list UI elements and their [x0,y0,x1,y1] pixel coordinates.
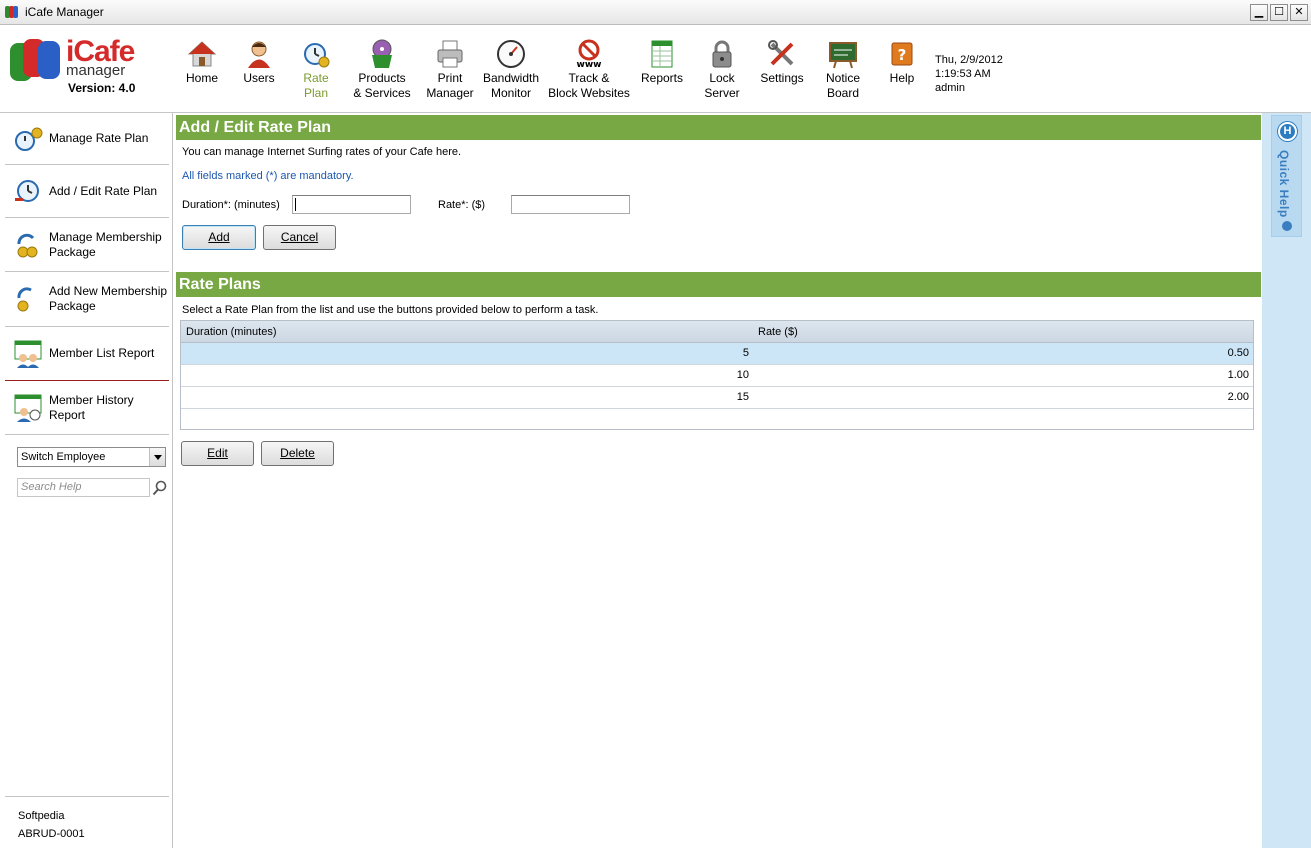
logo-subtext: manager [66,62,126,79]
edit-button[interactable]: Edit [181,441,254,466]
member-history-icon [13,393,43,423]
main-content: Add / Edit Rate Plan You can manage Inte… [174,113,1262,848]
sidebar: Manage Rate Plan Add / Edit Rate Plan Ma… [0,113,173,848]
sidebar-item-add-edit-rate-plan[interactable]: Add / Edit Rate Plan [5,165,169,218]
alarm-clock-icon [301,39,331,69]
close-button[interactable]: ✕ [1290,4,1308,21]
spreadsheet-icon [647,39,677,69]
delete-button[interactable]: Delete [261,441,334,466]
rate-plans-table: Duration (minutes) Rate ($) 5 0.50 10 1.… [180,320,1254,430]
column-header-rate[interactable]: Rate ($) [758,321,798,343]
window-title: iCafe Manager [25,5,104,19]
toolbar-notice-board[interactable]: Notice Board [821,39,865,101]
toolbar-users[interactable]: Users [238,39,280,86]
sidebar-item-member-list-report[interactable]: Member List Report [5,327,169,381]
toolbar-help[interactable]: ? Help [884,39,920,86]
alarm-clock-add-icon [13,176,43,206]
add-edit-description: You can manage Internet Surfing rates of… [182,146,462,158]
toolbar-rate-plan[interactable]: Rate Plan [298,39,334,101]
header: iCafe manager Version: 4.0 Home Users Ra… [0,25,1311,113]
toolbar-home[interactable]: Home [180,39,224,86]
help-circle-icon [1278,122,1297,141]
gauge-icon [496,39,526,69]
switch-employee-dropdown[interactable]: Switch Employee [17,447,166,467]
cancel-button[interactable]: Cancel [263,225,336,250]
mandatory-note: All fields marked (*) are mandatory. [182,170,354,182]
quick-help-tab[interactable]: Quick Help [1271,115,1302,237]
user-icon [244,39,274,69]
member-list-icon [13,339,43,369]
help-book-icon: ? [887,39,917,69]
alarm-clock-coins-icon [13,124,43,154]
membership-add-icon [13,284,43,314]
tools-icon [767,39,797,69]
current-date: Thu, 2/9/2012 [935,54,1003,66]
lock-icon [707,39,737,69]
toolbar-settings[interactable]: Settings [759,39,805,86]
expand-arrow-icon [1282,221,1292,231]
minimize-button[interactable]: ▁ [1250,4,1268,21]
quick-help-label: Quick Help [1277,150,1291,218]
duration-input[interactable] [292,195,411,214]
quick-help-panel: Quick Help [1262,113,1311,848]
current-time: 1:19:53 AM [935,68,991,80]
app-logo: iCafe manager Version: 4.0 [8,37,173,109]
rate-plans-description: Select a Rate Plan from the list and use… [182,304,599,316]
current-user: admin [935,82,965,94]
table-row[interactable]: 10 1.00 [181,365,1253,387]
sidebar-item-member-history-report[interactable]: Member History Report [5,381,169,435]
svg-text:?: ? [898,46,907,64]
notice-board-icon [828,39,858,69]
rate-input[interactable] [511,195,630,214]
logo-mark-icon [10,39,64,83]
app-version: Version: 4.0 [68,81,136,95]
add-button[interactable]: Add [182,225,256,250]
footer-id: ABRUD-0001 [18,828,85,840]
house-icon [187,39,217,69]
rate-label: Rate*: ($) [438,199,486,211]
column-header-duration[interactable]: Duration (minutes) [186,321,276,343]
footer-name: Softpedia [18,810,65,822]
svg-text:www: www [577,60,602,69]
toolbar-print-manager[interactable]: Print Manager [422,39,478,101]
sidebar-item-manage-membership-package[interactable]: Manage Membership Package [5,218,169,272]
membership-coins-icon [13,230,43,260]
datetime-panel: Thu, 2/9/2012 1:19:53 AM admin [935,53,1003,95]
title-bar: iCafe Manager ▁ ☐ ✕ [0,0,1311,25]
search-icon[interactable] [152,480,168,496]
toolbar-lock-server[interactable]: Lock Server [702,39,742,101]
toolbar-track-block-websites[interactable]: www Track & Block Websites [548,39,630,101]
table-header: Duration (minutes) Rate ($) [181,321,1253,343]
chevron-down-icon[interactable] [149,448,165,466]
toolbar-products-services[interactable]: Products & Services [352,39,412,101]
rate-plans-heading: Rate Plans [176,272,1261,297]
app-logo-icon [5,5,19,19]
sidebar-item-manage-rate-plan[interactable]: Manage Rate Plan [5,113,169,165]
table-row[interactable]: 15 2.00 [181,387,1253,409]
table-row[interactable]: 5 0.50 [181,343,1253,365]
toolbar-bandwidth-monitor[interactable]: Bandwidth Monitor [482,39,540,101]
add-edit-heading: Add / Edit Rate Plan [176,115,1261,140]
duration-label: Duration*: (minutes) [182,199,280,211]
toolbar-reports[interactable]: Reports [640,39,684,86]
search-help-input[interactable]: Search Help [17,478,150,497]
block-www-icon: www [574,39,604,70]
maximize-button[interactable]: ☐ [1270,4,1288,21]
cup-disc-icon [367,39,397,69]
sidebar-item-add-new-membership-package[interactable]: Add New Membership Package [5,272,169,327]
printer-icon [435,39,465,69]
text-cursor [295,198,296,211]
sidebar-footer: Softpedia ABRUD-0001 [5,796,169,843]
